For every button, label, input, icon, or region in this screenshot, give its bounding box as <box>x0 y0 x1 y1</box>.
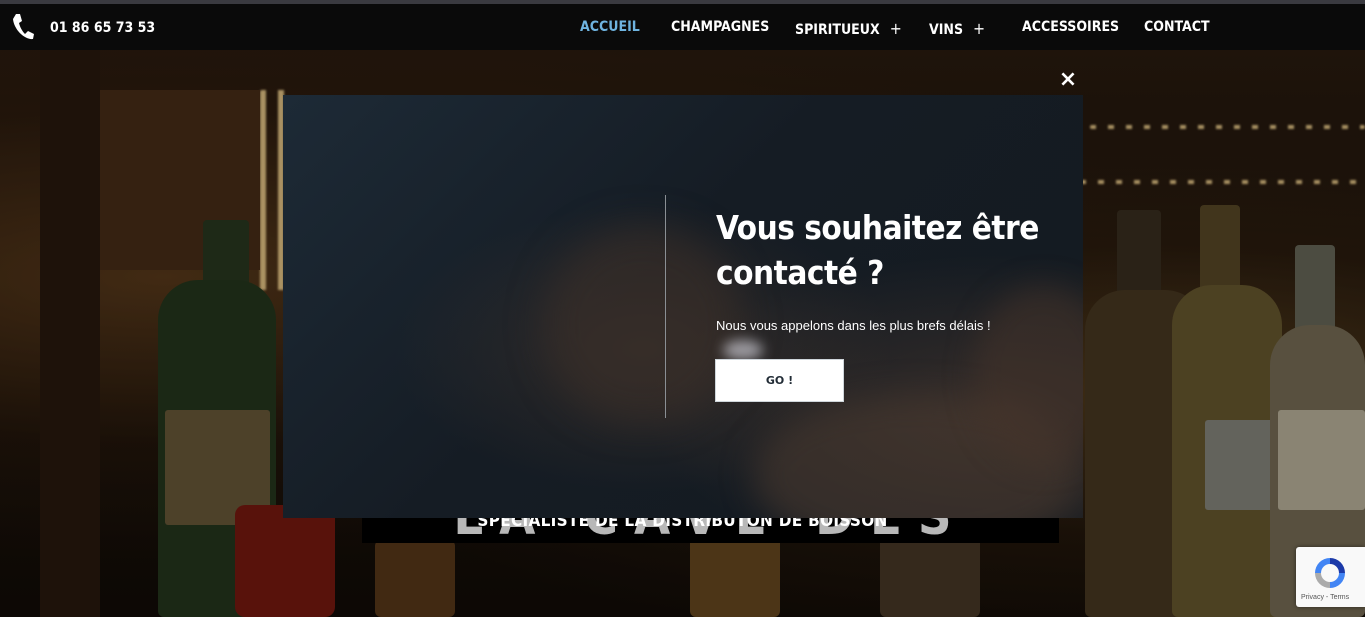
recaptcha-badge[interactable]: Privacy - Terms <box>1296 547 1365 607</box>
recaptcha-links: Privacy - Terms <box>1301 594 1349 601</box>
recaptcha-privacy-link[interactable]: Privacy <box>1301 594 1324 601</box>
top-bar: 01 86 65 73 53 ACCUEIL CHAMPAGNES SPIRIT… <box>0 0 1365 50</box>
nav-item-spiritueux[interactable]: SPIRITUEUX + <box>795 19 902 38</box>
recaptcha-terms-link[interactable]: Terms <box>1330 594 1349 601</box>
hand-shape <box>543 225 743 425</box>
go-button[interactable]: GO ! <box>715 359 844 402</box>
nav-item-label: CONTACT <box>1144 19 1210 35</box>
phone-number[interactable]: 01 86 65 73 53 <box>50 20 155 36</box>
recaptcha-icon <box>1315 558 1345 588</box>
popup-divider <box>665 195 666 418</box>
contact-popup: Vous souhaitez être contacté ? Nous vous… <box>283 95 1083 518</box>
nav-item-contact[interactable]: CONTACT <box>1144 19 1210 35</box>
nav-item-label: ACCESSOIRES <box>1022 19 1120 35</box>
popup-background-photo <box>283 95 1083 518</box>
phone-icon[interactable] <box>11 13 35 41</box>
popup-text: Nous vous appelons dans les plus brefs d… <box>716 318 991 333</box>
nav-item-accessoires[interactable]: ACCESSOIRES <box>1022 19 1119 35</box>
nav-item-label: CHAMPAGNES <box>671 19 770 35</box>
nav-item-champagnes[interactable]: CHAMPAGNES <box>671 19 769 35</box>
nav-item-label: VINS <box>929 22 964 38</box>
phone-light <box>723 340 763 360</box>
submenu-plus-icon[interactable]: + <box>973 19 985 38</box>
nav-item-label: SPIRITUEUX <box>795 22 880 38</box>
nav-item-accueil[interactable]: ACCUEIL <box>580 19 640 35</box>
nav-item-label: ACCUEIL <box>580 19 640 35</box>
nav-item-vins[interactable]: VINS + <box>929 19 985 38</box>
close-icon[interactable]: × <box>1058 69 1078 91</box>
popup-heading: Vous souhaitez être contacté ? <box>716 208 1039 292</box>
submenu-plus-icon[interactable]: + <box>890 19 902 38</box>
